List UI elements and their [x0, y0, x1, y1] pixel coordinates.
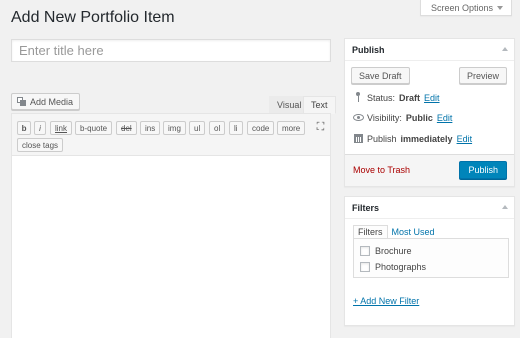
filter-item-photographs[interactable]: Photographs [360, 261, 426, 272]
publish-box: Publish Save Draft Preview Status: Draft… [344, 38, 515, 187]
quicktag-close-tags-button[interactable]: close tags [17, 138, 64, 152]
filter-item-label: Brochure [375, 245, 412, 256]
quicktag-italic-button[interactable]: i [34, 121, 46, 135]
collapse-arrow-icon[interactable] [502, 205, 508, 209]
publish-button[interactable]: Publish [459, 161, 507, 179]
publish-time-row: Publish immediately Edit [353, 133, 472, 145]
quicktag-li-button[interactable]: li [229, 121, 243, 135]
quicktag-link-button[interactable]: link [50, 121, 73, 135]
media-icon [17, 97, 27, 106]
quicktag-code-button[interactable]: code [247, 121, 275, 135]
publish-box-title: Publish [345, 39, 514, 61]
screen-options-button[interactable]: Screen Options [419, 0, 512, 16]
chevron-down-icon [497, 5, 503, 10]
quicktag-img-button[interactable]: img [163, 121, 186, 135]
status-value: Draft [399, 93, 421, 103]
quicktags-toolbar: b i link b-quote del ins img ul ol li co… [12, 114, 330, 156]
quicktag-ul-button[interactable]: ul [189, 121, 206, 135]
add-media-label: Add Media [30, 96, 74, 107]
move-to-trash-link[interactable]: Move to Trash [353, 165, 410, 175]
checkbox[interactable] [360, 245, 370, 256]
quicktag-del-button[interactable]: del [116, 121, 137, 135]
status-edit-link[interactable]: Edit [424, 93, 440, 103]
quicktag-ol-button[interactable]: ol [209, 121, 226, 135]
editor-area[interactable]: b i link b-quote del ins img ul ol li co… [11, 113, 331, 338]
quicktag-bquote-button[interactable]: b-quote [75, 121, 113, 135]
fullscreen-icon[interactable]: ⛶ [315, 122, 326, 133]
screen-options-label: Screen Options [430, 2, 493, 13]
quicktag-bold-button[interactable]: b [17, 121, 31, 135]
filters-box-title: Filters [345, 197, 514, 219]
quicktag-ins-button[interactable]: ins [140, 121, 161, 135]
tab-text[interactable]: Text [303, 96, 336, 114]
filter-item-label: Photographs [375, 261, 427, 272]
title-placeholder: Enter title here [19, 43, 104, 58]
tab-most-used[interactable]: Most Used [388, 225, 439, 239]
status-row: Status: Draft Edit [353, 92, 440, 104]
filters-tabs: Filters Most Used [353, 225, 439, 239]
visibility-value: Public [405, 113, 433, 123]
add-media-button[interactable]: Add Media [11, 93, 81, 110]
preview-button[interactable]: Preview [458, 67, 507, 84]
save-draft-button[interactable]: Save Draft [351, 67, 410, 84]
visibility-edit-link[interactable]: Edit [437, 113, 453, 123]
calendar-icon [353, 133, 363, 145]
publish-time-value: immediately [400, 134, 453, 144]
add-new-filter-link[interactable]: + Add New Filter [353, 296, 419, 306]
publish-time-label: Publish [367, 134, 397, 144]
collapse-arrow-icon[interactable] [502, 47, 508, 51]
pin-icon [353, 92, 363, 104]
eye-icon [353, 113, 364, 123]
checkbox[interactable] [360, 261, 370, 272]
filters-checklist: Brochure Photographs [353, 238, 509, 278]
visibility-label: Visibility: [367, 113, 402, 123]
quicktag-more-button[interactable]: more [277, 121, 306, 135]
filter-item-brochure[interactable]: Brochure [360, 245, 412, 256]
status-label: Status: [367, 93, 396, 103]
page-title: Add New Portfolio Item [11, 9, 175, 26]
filters-box: Filters Filters Most Used Brochure Photo… [344, 196, 515, 326]
visibility-row: Visibility: Public Edit [353, 112, 452, 124]
publish-time-edit-link[interactable]: Edit [457, 134, 473, 144]
tab-all-filters[interactable]: Filters [353, 225, 388, 239]
publish-actions: Move to Trash Publish [345, 154, 514, 186]
title-input[interactable]: Enter title here [11, 39, 331, 62]
